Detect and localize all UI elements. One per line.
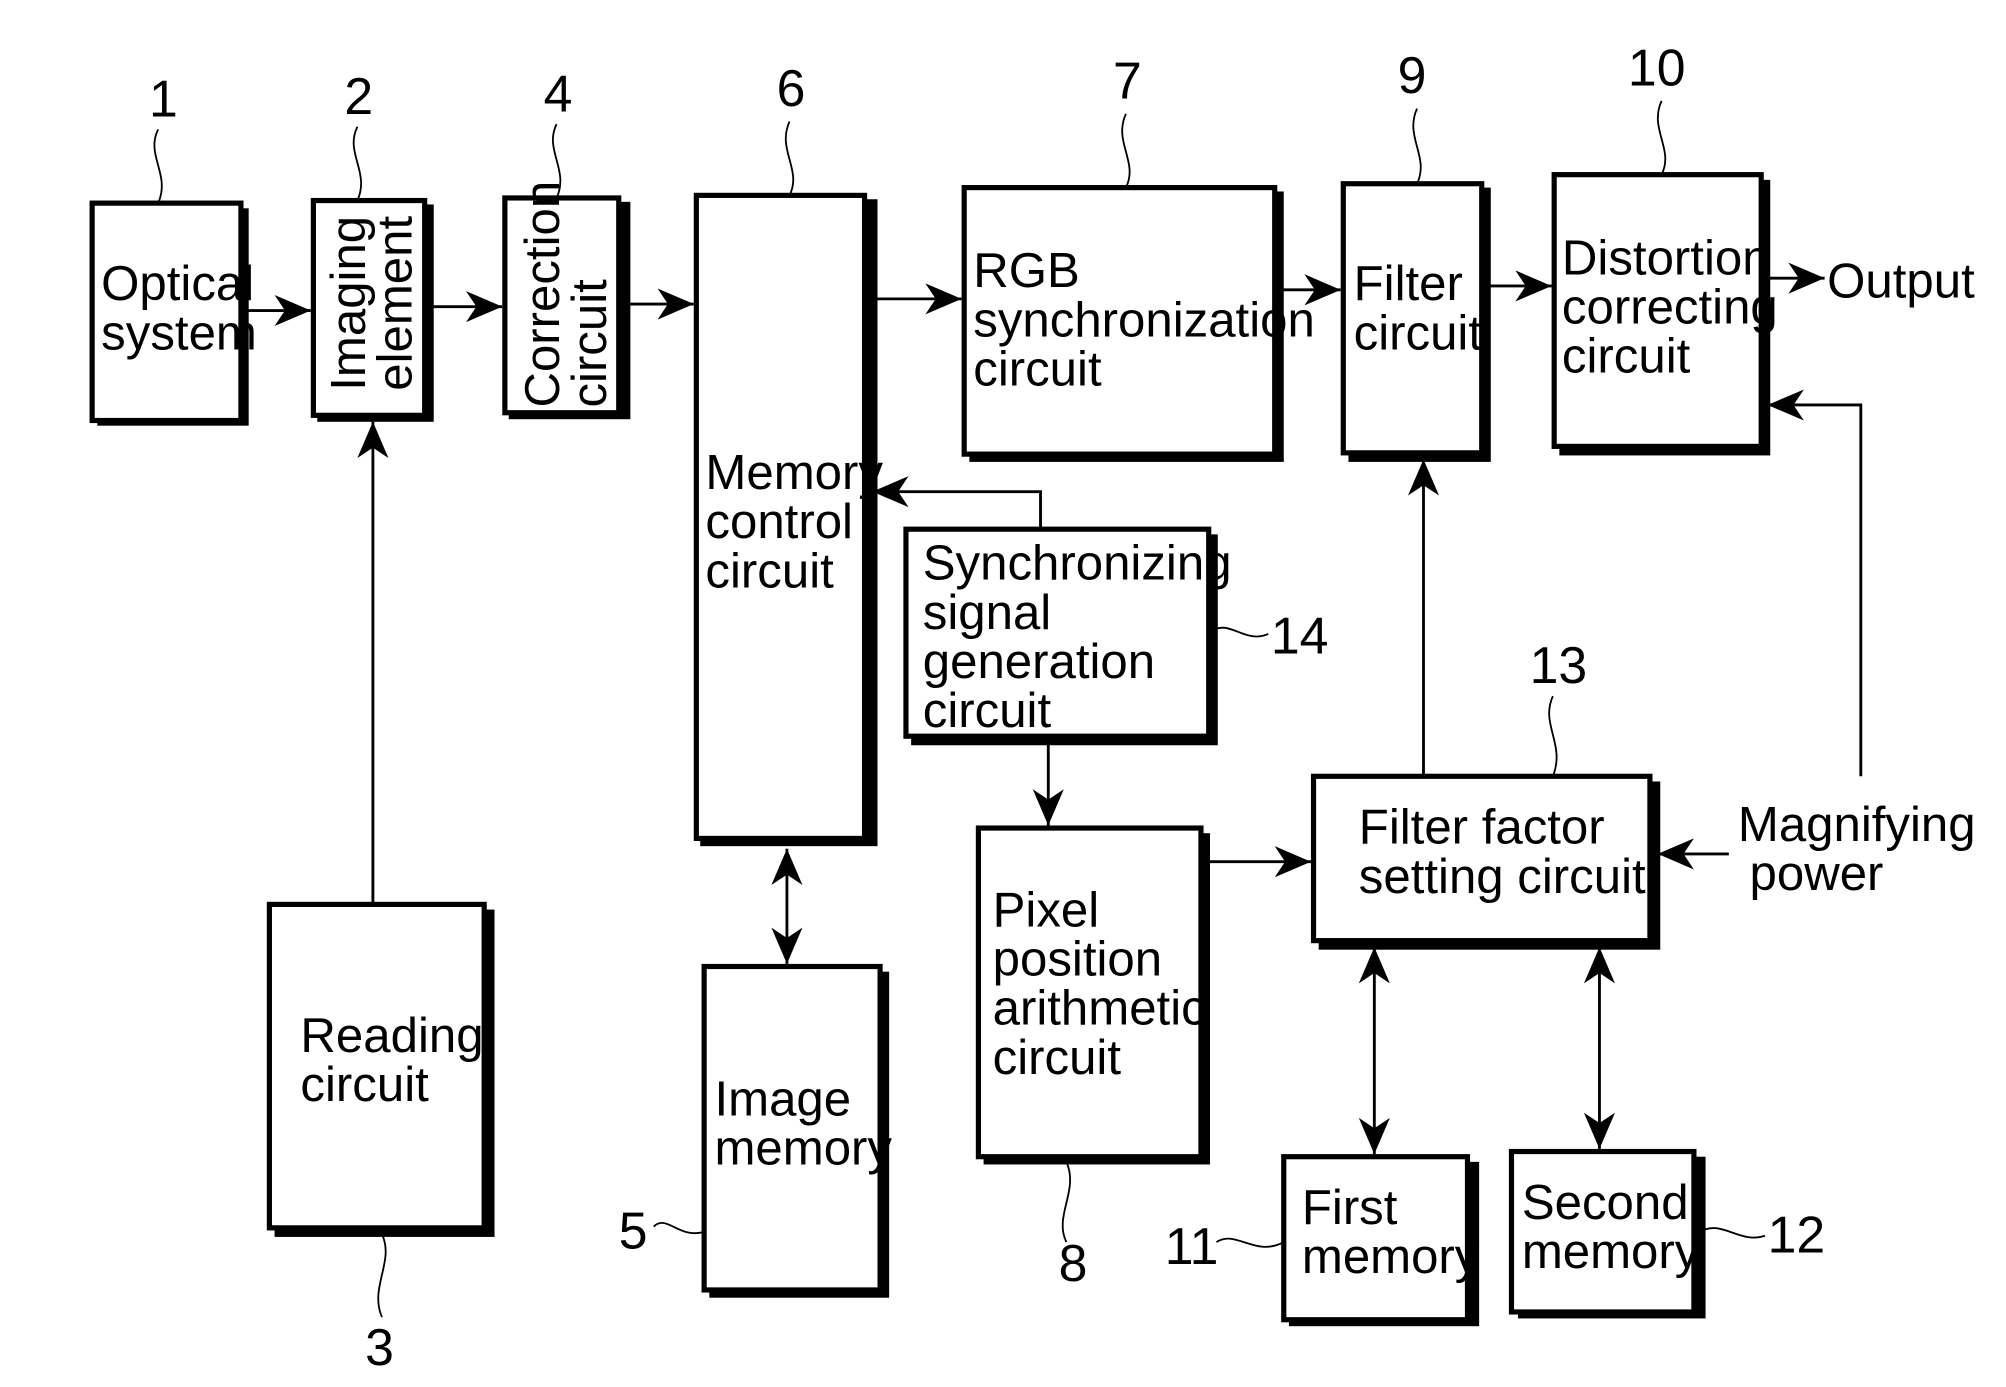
block-image-memory: Image memory: [701, 963, 892, 1298]
block-label: control: [705, 494, 853, 549]
block-label: circuit: [923, 683, 1052, 738]
block-label: circuit: [1354, 305, 1483, 360]
block-label: Image: [714, 1071, 851, 1126]
magnifying-power-label: Magnifying: [1738, 797, 1976, 852]
block-label: Optical: [101, 256, 254, 311]
block-label: circuit: [1562, 329, 1691, 384]
block-label: Reading: [300, 1008, 483, 1063]
block-label: generation: [923, 634, 1155, 689]
ref-numeral: 14: [1271, 606, 1329, 664]
block-distortion-correcting-circuit: Distortion correcting circuit: [1551, 172, 1778, 456]
output-label: Output: [1827, 254, 1975, 309]
wire-magnifying-to-distortion: [1767, 403, 1863, 777]
ref-numeral: 11: [1165, 1217, 1219, 1275]
block-optical-system: Optical system: [89, 200, 257, 426]
block-memory-control-circuit: Memory control circuit: [693, 192, 883, 847]
block-label: arithmetic: [993, 981, 1206, 1036]
block-label: circuit: [973, 342, 1102, 397]
block-label: circuit: [562, 279, 617, 408]
block-second-memory: Second memory: [1508, 1148, 1706, 1319]
block-label: RGB: [973, 243, 1080, 298]
block-label: First: [1302, 1180, 1398, 1235]
block-label: Synchronizing: [923, 536, 1232, 591]
block-label: circuit: [993, 1030, 1122, 1085]
block-label: setting circuit: [1359, 849, 1646, 904]
ref-numeral: 6: [777, 59, 806, 117]
block-label: memory: [714, 1120, 892, 1175]
block-label: circuit: [300, 1057, 429, 1112]
block-label: Pixel: [993, 882, 1100, 937]
ref-numeral: 10: [1628, 38, 1686, 96]
block-filter-circuit: Filter circuit: [1340, 181, 1491, 462]
block-label: synchronization: [973, 292, 1315, 347]
block-label: position: [993, 932, 1162, 987]
block-label: circuit: [705, 543, 834, 598]
ref-numeral: 4: [544, 64, 573, 122]
block-correction-circuit: Correction circuit: [502, 181, 631, 420]
ref-numeral: 12: [1768, 1205, 1826, 1263]
ref-numeral: 3: [365, 1318, 394, 1376]
block-first-memory: First memory: [1281, 1154, 1480, 1327]
block-label: memory: [1302, 1229, 1480, 1284]
block-rgb-synchronization-circuit: RGB synchronization circuit: [961, 185, 1315, 462]
block-label: correcting: [1562, 279, 1778, 334]
ref-numeral: 9: [1398, 46, 1427, 104]
ref-numeral: 8: [1059, 1234, 1088, 1292]
ref-numeral: 5: [619, 1202, 648, 1260]
block-synchronizing-signal-generation-circuit: Synchronizing signal generation circuit: [903, 526, 1232, 746]
ref-numeral: 2: [344, 67, 373, 125]
block-filter-factor-setting-circuit: Filter factor setting circuit: [1310, 773, 1661, 950]
block-label: Second: [1522, 1175, 1689, 1230]
block-label: Filter factor: [1359, 800, 1605, 855]
block-label: system: [101, 305, 257, 360]
ref-numeral: 1: [149, 69, 178, 127]
block-label: Memory: [705, 445, 883, 500]
ref-numeral: 13: [1530, 636, 1588, 694]
ref-numeral: 7: [1113, 51, 1142, 109]
block-reading-circuit: Reading circuit: [266, 901, 495, 1237]
block-label: signal: [923, 585, 1051, 640]
block-imaging-element: Imaging element: [310, 197, 434, 422]
magnifying-power-label: power: [1750, 846, 1884, 901]
block-pixel-position-arithmetic-circuit: Pixel position arithmetic circuit: [975, 825, 1211, 1165]
block-label: memory: [1522, 1224, 1700, 1279]
block-label: Distortion: [1562, 230, 1770, 285]
block-diagram: Optical system Imaging element Correctio…: [89, 38, 1976, 1376]
block-label: Filter: [1354, 256, 1463, 311]
block-label: element: [368, 216, 423, 391]
